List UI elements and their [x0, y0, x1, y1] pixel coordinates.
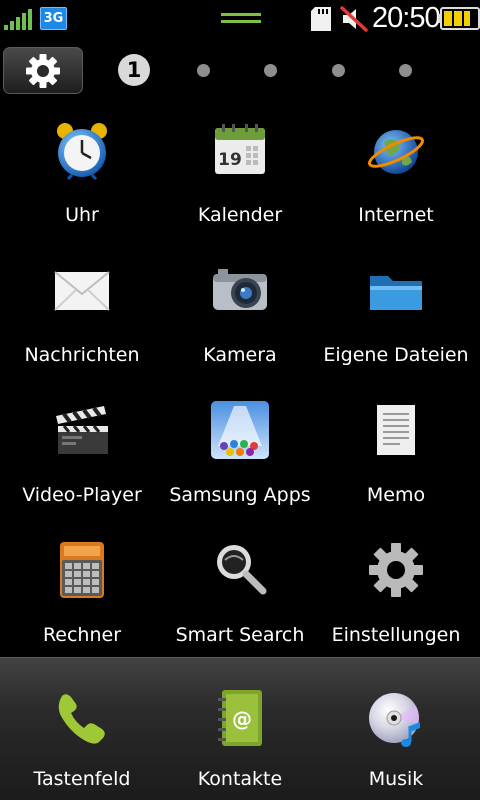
camera-icon [213, 269, 267, 310]
battery-icon [438, 7, 480, 30]
dock-label: Musik [368, 768, 424, 790]
dock-kontakte[interactable]: @ Kontakte [160, 688, 320, 800]
sd-card-icon [311, 7, 331, 31]
page-indicator-dot-3[interactable] [264, 64, 277, 77]
clapperboard-icon [56, 406, 108, 454]
app-label: Kalender [197, 204, 283, 226]
app-kalender[interactable]: 19 Kalender [160, 120, 320, 260]
app-label: Internet [358, 204, 434, 226]
magnifier-icon [217, 545, 267, 595]
page-indicator-bar: 1 [0, 40, 480, 98]
envelope-icon [54, 271, 110, 311]
page-indicator-current[interactable]: 1 [118, 54, 150, 86]
dock-musik[interactable]: Musik [316, 688, 476, 800]
dock-label: Tastenfeld [33, 768, 131, 790]
app-internet[interactable]: Internet [316, 120, 476, 260]
app-label: Nachrichten [24, 344, 140, 366]
app-label: Video-Player [22, 484, 142, 506]
calendar-icon: 19 [215, 124, 265, 174]
samsung-apps-icon [211, 401, 269, 459]
gear-icon [26, 54, 60, 88]
app-label: Memo [366, 484, 426, 506]
app-kamera[interactable]: Kamera [160, 260, 320, 400]
app-label: Smart Search [175, 624, 305, 646]
page-indicator-dot-5[interactable] [399, 64, 412, 77]
silent-mode-icon [340, 6, 368, 32]
app-nachrichten[interactable]: Nachrichten [2, 260, 162, 400]
app-label: Uhr [65, 204, 99, 226]
app-uhr[interactable]: Uhr [2, 120, 162, 260]
dock-tastenfeld[interactable]: Tastenfeld [2, 688, 162, 800]
app-label: Einstellungen [331, 624, 461, 646]
status-bar[interactable]: 3G 20:50 [0, 0, 480, 38]
calculator-icon [60, 542, 104, 598]
phone-icon [58, 694, 105, 744]
menu-edit-button[interactable] [3, 47, 83, 94]
memo-icon [377, 405, 415, 455]
alarm-clock-icon [57, 123, 107, 180]
status-clock: 20:50 [372, 2, 441, 34]
app-label: Samsung Apps [169, 484, 311, 506]
dock-label: Kontakte [197, 768, 283, 790]
network-3g-icon: 3G [40, 7, 67, 30]
folder-icon [370, 276, 422, 310]
app-samsung-apps[interactable]: Samsung Apps [160, 400, 320, 540]
app-eigene-dateien[interactable]: Eigene Dateien [316, 260, 476, 400]
music-cd-icon [369, 693, 420, 747]
svg-text:19: 19 [218, 150, 242, 170]
contacts-book-icon: @ [218, 690, 262, 746]
signal-strength-icon [4, 9, 32, 30]
app-label: Rechner [42, 624, 122, 646]
app-label: Kamera [203, 344, 277, 366]
dock: Tastenfeld @ Kontakte Musik [0, 657, 480, 800]
page-indicator-dot-4[interactable] [332, 64, 345, 77]
globe-icon [368, 130, 424, 174]
app-label: Eigene Dateien [323, 344, 469, 366]
app-memo[interactable]: Memo [316, 400, 476, 540]
page-indicator-dot-2[interactable] [197, 64, 210, 77]
app-video-player[interactable]: Video-Player [2, 400, 162, 540]
notification-handle-icon[interactable] [221, 12, 261, 24]
svg-text:@: @ [232, 707, 252, 731]
settings-gear-icon [369, 543, 423, 597]
